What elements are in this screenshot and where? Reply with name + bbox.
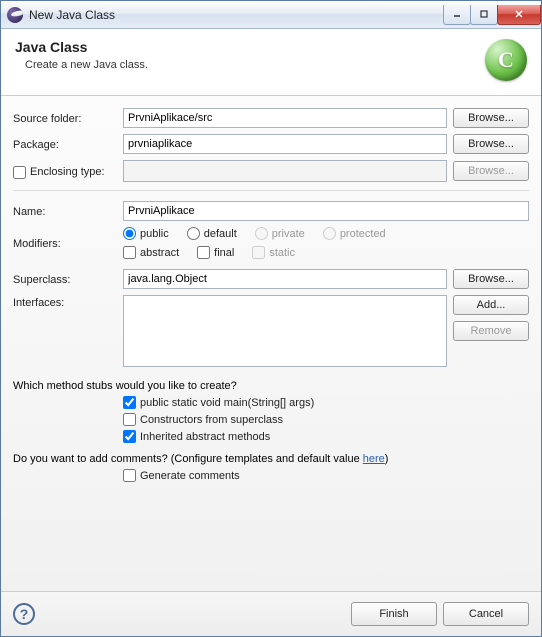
enclosing-type-checkbox[interactable]: Enclosing type: [13, 166, 123, 179]
header-title: Java Class [15, 39, 485, 55]
generate-comments-checkbox[interactable]: Generate comments [123, 469, 529, 482]
method-stubs-question: Which method stubs would you like to cre… [13, 380, 529, 392]
header-subtitle: Create a new Java class. [15, 59, 485, 71]
source-folder-label: Source folder: [13, 111, 123, 125]
package-input[interactable] [123, 134, 447, 154]
class-icon: C [485, 39, 527, 81]
finish-button[interactable]: Finish [351, 602, 437, 626]
package-label: Package: [13, 137, 123, 151]
modifier-public-radio[interactable]: public [123, 227, 169, 240]
interfaces-label: Interfaces: [13, 295, 123, 309]
package-browse-button[interactable]: Browse... [453, 134, 529, 154]
source-folder-input[interactable] [123, 108, 447, 128]
modifiers-label: Modifiers: [13, 236, 123, 250]
window-title: New Java Class [29, 8, 444, 22]
modifier-static-checkbox: static [252, 246, 295, 259]
name-label: Name: [13, 204, 123, 218]
modifier-abstract-checkbox[interactable]: abstract [123, 246, 179, 259]
interfaces-list[interactable] [123, 295, 447, 367]
separator [13, 190, 529, 191]
modifier-default-radio[interactable]: default [187, 227, 237, 240]
cancel-button[interactable]: Cancel [443, 602, 529, 626]
dialog-header: Java Class Create a new Java class. C [1, 29, 541, 96]
stub-main-checkbox[interactable]: public static void main(String[] args) [123, 396, 529, 409]
minimize-button[interactable] [443, 5, 471, 25]
superclass-input[interactable] [123, 269, 447, 289]
close-button[interactable] [497, 5, 541, 25]
superclass-browse-button[interactable]: Browse... [453, 269, 529, 289]
interfaces-add-button[interactable]: Add... [453, 295, 529, 315]
source-folder-browse-button[interactable]: Browse... [453, 108, 529, 128]
modifier-final-checkbox[interactable]: final [197, 246, 234, 259]
maximize-button[interactable] [470, 5, 498, 25]
eclipse-icon [7, 7, 23, 23]
titlebar: New Java Class [1, 1, 541, 29]
help-icon[interactable]: ? [13, 603, 35, 625]
enclosing-type-input [123, 160, 447, 182]
interfaces-remove-button: Remove [453, 321, 529, 341]
enclosing-type-browse-button: Browse... [453, 161, 529, 181]
stub-constructors-checkbox[interactable]: Constructors from superclass [123, 413, 529, 426]
configure-templates-link[interactable]: here [363, 453, 385, 465]
name-input[interactable] [123, 201, 529, 221]
stub-inherited-checkbox[interactable]: Inherited abstract methods [123, 430, 529, 443]
comments-question: Do you want to add comments? (Configure … [13, 453, 529, 465]
superclass-label: Superclass: [13, 272, 123, 286]
modifier-protected-radio: protected [323, 227, 386, 240]
dialog-footer: ? Finish Cancel [1, 591, 541, 636]
modifier-private-radio: private [255, 227, 305, 240]
